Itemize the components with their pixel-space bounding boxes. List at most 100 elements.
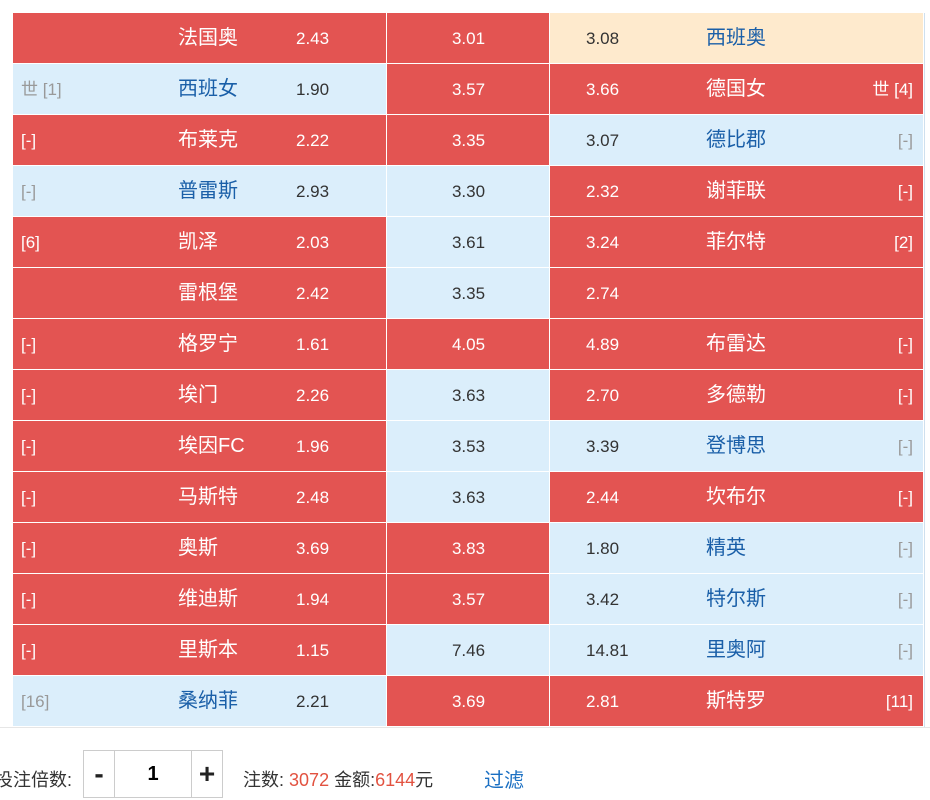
away-team-name: 斯特罗: [706, 690, 766, 712]
home-win-cell[interactable]: 雷根堡 2.42: [13, 268, 387, 319]
away-team-name: 德国女: [706, 78, 766, 100]
home-team-name: 法国奥: [178, 27, 238, 49]
draw-cell[interactable]: 3.30: [387, 166, 550, 217]
home-team-name: 马斯特: [178, 486, 238, 508]
away-win-cell[interactable]: 2.44 坎布尔 [-]: [550, 472, 924, 523]
home-win-cell[interactable]: [-] 埃门 2.26: [13, 370, 387, 421]
draw-cell[interactable]: 7.46: [387, 625, 550, 676]
draw-cell[interactable]: 3.01: [387, 13, 550, 64]
home-team-name: 埃门: [178, 384, 218, 406]
home-rank-tag: 世 [1]: [21, 80, 62, 99]
home-team-name: 维迪斯: [178, 588, 238, 610]
away-win-cell[interactable]: 3.08 西班奥: [550, 13, 924, 64]
match-row: [-] 埃门 2.26 3.63 2.70 多德勒 [-]: [0, 370, 930, 421]
home-win-cell[interactable]: [-] 普雷斯 2.93: [13, 166, 387, 217]
draw-cell[interactable]: 3.69: [387, 676, 550, 727]
match-row: [-] 普雷斯 2.93 3.30 2.32 谢菲联 [-]: [0, 166, 930, 217]
draw-odd: 3.35: [451, 284, 486, 303]
home-win-cell[interactable]: 法国奥 2.43: [13, 13, 387, 64]
draw-odd: 7.46: [451, 641, 486, 660]
draw-odd: 3.30: [451, 182, 486, 201]
away-win-cell[interactable]: 1.80 精英 [-]: [550, 523, 924, 574]
away-rank-tag: [-]: [897, 335, 913, 354]
away-win-cell[interactable]: 3.39 登博思 [-]: [550, 421, 924, 472]
away-rank-tag: 世 [4]: [872, 80, 913, 99]
filter-link[interactable]: 过滤: [484, 764, 524, 793]
draw-cell[interactable]: 3.57: [387, 574, 550, 625]
away-team-name: 谢菲联: [706, 180, 766, 202]
draw-cell[interactable]: 3.63: [387, 472, 550, 523]
away-win-cell[interactable]: 2.70 多德勒 [-]: [550, 370, 924, 421]
away-win-odd: 3.08: [586, 29, 620, 48]
row-edge: [0, 268, 13, 319]
bet-summary: 注数: 3072 金额:6144元: [243, 766, 433, 792]
row-edge: [0, 370, 13, 421]
draw-cell[interactable]: 3.83: [387, 523, 550, 574]
increase-button[interactable]: +: [191, 751, 222, 797]
home-win-cell[interactable]: [6] 凯泽 2.03: [13, 217, 387, 268]
draw-cell[interactable]: 3.57: [387, 64, 550, 115]
home-win-cell[interactable]: [16] 桑纳菲 2.21: [13, 676, 387, 727]
away-win-cell[interactable]: 4.89 布雷达 [-]: [550, 319, 924, 370]
away-win-cell[interactable]: 3.42 特尔斯 [-]: [550, 574, 924, 625]
away-win-cell[interactable]: 3.24 菲尔特 [2]: [550, 217, 924, 268]
home-win-cell[interactable]: [-] 埃因FC 1.96: [13, 421, 387, 472]
home-win-cell[interactable]: 世 [1] 西班女 1.90: [13, 64, 387, 115]
draw-cell[interactable]: 3.53: [387, 421, 550, 472]
away-win-odd: 2.44: [586, 488, 620, 507]
home-rank-tag: [-]: [21, 335, 37, 354]
away-win-cell[interactable]: 14.81 里奥阿 [-]: [550, 625, 924, 676]
match-row: [-] 格罗宁 1.61 4.05 4.89 布雷达 [-]: [0, 319, 930, 370]
home-win-cell[interactable]: [-] 里斯本 1.15: [13, 625, 387, 676]
multiplier-input[interactable]: [115, 751, 191, 797]
away-team-name: 西班奥: [706, 27, 766, 49]
row-edge: [0, 472, 13, 523]
away-win-cell[interactable]: 2.32 谢菲联 [-]: [550, 166, 924, 217]
match-row: [-] 里斯本 1.15 7.46 14.81 里奥阿 [-]: [0, 625, 930, 676]
row-edge: [0, 625, 13, 676]
row-edge: [0, 166, 13, 217]
home-rank-tag: [-]: [21, 539, 37, 558]
draw-cell[interactable]: 3.35: [387, 115, 550, 166]
home-rank-tag: [-]: [21, 590, 37, 609]
away-win-odd: 4.89: [586, 335, 620, 354]
draw-odd: 3.61: [451, 233, 486, 252]
home-win-odd: 2.42: [296, 284, 330, 303]
home-win-cell[interactable]: [-] 格罗宁 1.61: [13, 319, 387, 370]
draw-cell[interactable]: 4.05: [387, 319, 550, 370]
draw-odd: 3.57: [451, 590, 486, 609]
away-win-cell[interactable]: 2.74: [550, 268, 924, 319]
away-team-name: 德比郡: [706, 129, 766, 151]
away-rank-tag: [-]: [897, 182, 913, 201]
home-team-name: 桑纳菲: [178, 690, 238, 712]
bets-count: 3072: [289, 770, 330, 790]
home-win-cell[interactable]: [-] 维迪斯 1.94: [13, 574, 387, 625]
home-win-cell[interactable]: [-] 布莱克 2.22: [13, 115, 387, 166]
home-win-cell[interactable]: [-] 奥斯 3.69: [13, 523, 387, 574]
draw-odd: 3.63: [451, 386, 486, 405]
home-rank-tag: [6]: [21, 233, 40, 252]
draw-cell[interactable]: 3.63: [387, 370, 550, 421]
draw-cell[interactable]: 3.35: [387, 268, 550, 319]
odds-table: 法国奥 2.43 3.01 3.08 西班奥世 [1] 西班女 1.90 3.57 3.66 德国…: [0, 13, 930, 727]
away-win-cell[interactable]: 3.66 德国女 世 [4]: [550, 64, 924, 115]
match-row: 世 [1] 西班女 1.90 3.57 3.66 德国女 世 [4]: [0, 64, 930, 115]
row-edge: [0, 115, 13, 166]
away-win-cell[interactable]: 2.81 斯特罗 [11]: [550, 676, 924, 727]
draw-odd: 3.69: [451, 692, 486, 711]
away-win-odd: 3.07: [586, 131, 620, 150]
home-rank-tag: [-]: [21, 182, 37, 201]
match-row: [-] 埃因FC 1.96 3.53 3.39 登博思 [-]: [0, 421, 930, 472]
home-team-name: 奥斯: [178, 537, 218, 559]
home-rank-tag: [-]: [21, 488, 37, 507]
amount-value: 6144: [375, 770, 416, 790]
decrease-button[interactable]: -: [84, 751, 115, 797]
away-win-cell[interactable]: 3.07 德比郡 [-]: [550, 115, 924, 166]
away-rank-tag: [2]: [894, 233, 913, 252]
home-win-cell[interactable]: [-] 马斯特 2.48: [13, 472, 387, 523]
match-row: [-] 维迪斯 1.94 3.57 3.42 特尔斯 [-]: [0, 574, 930, 625]
away-rank-tag: [-]: [897, 590, 913, 609]
row-edge: [0, 523, 13, 574]
home-team-name: 凯泽: [178, 231, 218, 253]
draw-cell[interactable]: 3.61: [387, 217, 550, 268]
